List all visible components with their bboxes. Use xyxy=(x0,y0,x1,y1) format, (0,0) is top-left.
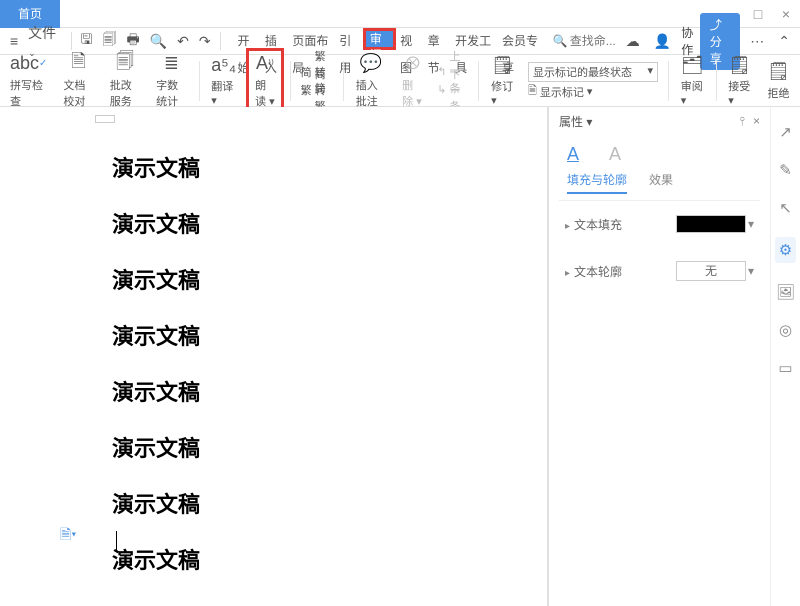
ribbon: abc✓ 拼写检查 🗎 文档校对 🗐 批改服务 ≣ 字数统计 a⁵₄ 翻译 ▾ … xyxy=(0,55,800,107)
tool-target-icon[interactable]: ◎ xyxy=(779,321,792,339)
tab-chapter[interactable]: 章节 xyxy=(424,28,451,55)
tab-member[interactable]: 会员专享 xyxy=(498,28,545,55)
review-pane-button[interactable]: 🗂 审阅 ▾ xyxy=(675,54,710,107)
doc-line: 演示文稿 xyxy=(112,263,200,295)
doc-line: 演示文稿 xyxy=(112,151,200,183)
insert-comment-button[interactable]: 💬 插入批注 xyxy=(350,53,392,109)
tool-launch-icon[interactable]: ↗ xyxy=(779,123,792,141)
text-style-icon[interactable]: A xyxy=(567,144,579,165)
user-icon[interactable]: 👤 xyxy=(650,33,675,50)
spell-check-icon: abc✓ xyxy=(10,53,47,75)
proofread-button[interactable]: 🗎 文档校对 xyxy=(57,53,99,109)
tool-strip: ↗ ✎ ↖ ⚙ 🖼 ◎ ▭ xyxy=(770,107,800,606)
delete-comment-button[interactable]: ⮾ 删除 ▾ xyxy=(396,53,429,109)
bulk-edit-button[interactable]: 🗐 批改服务 xyxy=(104,53,146,109)
revise-button[interactable]: 🗒 修订 ▾ xyxy=(485,54,520,107)
collaborate-label[interactable]: 协作 xyxy=(681,24,694,58)
redo-icon[interactable]: ↷ xyxy=(195,33,215,50)
more-icon[interactable]: ⋯ xyxy=(746,33,768,50)
text-cursor xyxy=(116,531,117,551)
show-markup-button[interactable]: 🗎 显示标记 ▾ xyxy=(528,84,658,100)
doc-line: 演示文稿 xyxy=(112,375,200,407)
delete-icon: ⮾ xyxy=(406,53,420,75)
tab-fill-outline[interactable]: 填充与轮廓 xyxy=(567,171,627,194)
doc-line: 演示文稿 xyxy=(112,207,200,239)
accept-icon: 🗒 xyxy=(728,54,751,76)
collapse-ribbon-icon[interactable]: ⌃ xyxy=(774,33,794,50)
revise-icon: 🗒 xyxy=(491,54,514,76)
properties-panel: 属性 ▾ ⫯ × A A 填充与轮廓 效果 文本填充 ▾ 文本轮廓 无 ▾ xyxy=(548,107,770,606)
reject-icon: 🗒 xyxy=(767,61,790,83)
search-box[interactable]: 🔍 xyxy=(553,34,620,48)
tab-review[interactable]: 审阅 xyxy=(363,28,396,50)
reject-button[interactable]: 🗒 拒绝 xyxy=(761,61,796,101)
next-icon: ↳ xyxy=(437,83,446,96)
tool-settings-icon[interactable]: ⚙ xyxy=(775,237,796,263)
translate-icon: a⁵₄ xyxy=(211,54,236,76)
tool-image-icon[interactable]: 🖼 xyxy=(776,283,795,301)
proofread-icon: 🗎 xyxy=(71,53,85,75)
comment-icon: 💬 xyxy=(360,53,382,75)
convert-trad-icon: 简 xyxy=(301,64,312,80)
pin-icon[interactable]: ⫯ xyxy=(740,114,745,129)
doc-line: 演示文稿 xyxy=(112,431,200,463)
review-pane-icon: 🗂 xyxy=(681,54,704,76)
search-icon: 🔍 xyxy=(553,34,568,48)
next-comment-button[interactable]: ↳ 下一条 xyxy=(437,82,468,98)
page-break-marker xyxy=(95,115,115,123)
read-aloud-button[interactable]: A⁾⁾ 朗读 ▾ xyxy=(253,53,277,109)
text-effect-icon[interactable]: A xyxy=(609,144,621,165)
convert-simp-icon: 繁 xyxy=(301,82,312,98)
tool-select-icon[interactable]: ↖ xyxy=(779,199,792,217)
panel-title: 属性 ▾ xyxy=(559,113,592,130)
wordcount-button[interactable]: ≣ 字数统计 xyxy=(150,53,192,109)
outline-dropdown-icon[interactable]: ▾ xyxy=(748,264,754,278)
doc-line: 演示文稿 xyxy=(112,543,200,575)
cloud-icon[interactable]: ☁ xyxy=(622,33,644,50)
markup-state-dropdown[interactable]: 显示标记的最终状态 ▾ xyxy=(528,62,658,82)
fill-dropdown-icon[interactable]: ▾ xyxy=(748,217,754,231)
wordcount-icon: ≣ xyxy=(164,53,179,75)
tab-view[interactable]: 视图 xyxy=(396,28,423,55)
convert-simp-button[interactable]: 繁 简转繁 xyxy=(301,82,333,98)
doc-status-icon: 🗎▾ xyxy=(60,524,76,548)
document-content: 演示文稿 演示文稿 演示文稿 演示文稿 演示文稿 演示文稿 演示文稿 演示文稿 xyxy=(112,127,200,599)
document-area[interactable]: 演示文稿 演示文稿 演示文稿 演示文稿 演示文稿 演示文稿 演示文稿 演示文稿 … xyxy=(0,107,548,606)
prev-icon: ↰ xyxy=(437,65,446,78)
tool-book-icon[interactable]: ▭ xyxy=(778,359,792,377)
preview-icon[interactable]: 🔍 xyxy=(146,33,171,50)
accept-button[interactable]: 🗒 接受 ▾ xyxy=(722,54,757,107)
fill-color-swatch[interactable] xyxy=(676,215,746,233)
undo-icon[interactable]: ↶ xyxy=(173,33,193,50)
translate-button[interactable]: a⁵₄ 翻译 ▾ xyxy=(205,54,242,107)
read-aloud-highlight: A⁾⁾ 朗读 ▾ xyxy=(246,48,284,114)
doc-line: 演示文稿 xyxy=(112,487,200,519)
tab-references[interactable]: 引用 xyxy=(335,28,362,55)
text-fill-label[interactable]: 文本填充 xyxy=(565,216,622,233)
bulk-edit-icon: 🗐 xyxy=(116,53,134,75)
search-input[interactable] xyxy=(570,34,620,48)
outline-select[interactable]: 无 xyxy=(676,261,746,281)
spell-check-button[interactable]: abc✓ 拼写检查 xyxy=(4,53,53,109)
tool-pen-icon[interactable]: ✎ xyxy=(779,161,792,179)
panel-close-icon[interactable]: × xyxy=(753,114,760,129)
tab-effect[interactable]: 效果 xyxy=(649,171,673,194)
menu-icon[interactable]: ≡ xyxy=(6,33,22,49)
doc-line: 演示文稿 xyxy=(112,319,200,351)
read-aloud-icon: A⁾⁾ xyxy=(256,53,274,75)
text-outline-label[interactable]: 文本轮廓 xyxy=(565,263,622,280)
markup-icon: 🗎 xyxy=(528,82,537,101)
main-area: 演示文稿 演示文稿 演示文稿 演示文稿 演示文稿 演示文稿 演示文稿 演示文稿 … xyxy=(0,107,800,606)
